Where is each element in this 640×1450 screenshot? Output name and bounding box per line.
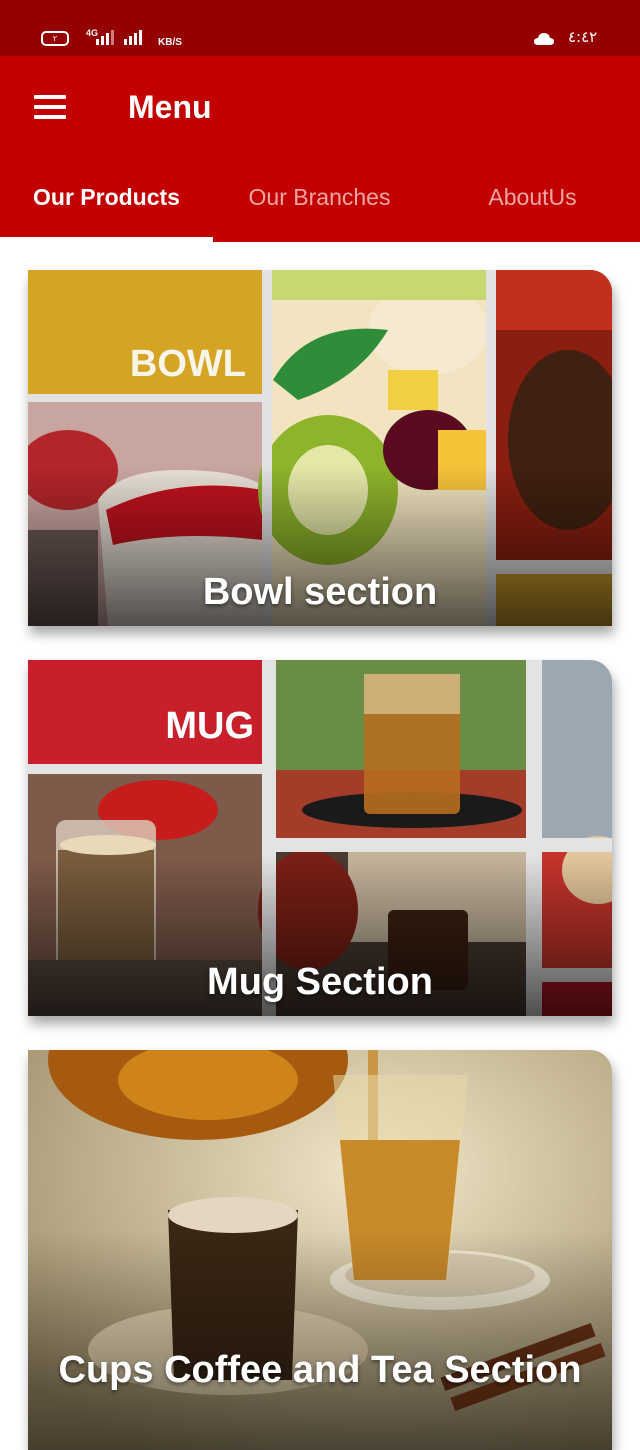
page-title: Menu (128, 89, 212, 125)
cloud-icon (533, 31, 555, 47)
bowl-section-card[interactable]: BOWL Bowl section (28, 270, 612, 626)
mug-section-card[interactable]: MUG Mug Section (28, 660, 612, 1016)
cups-section-card[interactable]: Cups Coffee and Tea Section (28, 1050, 612, 1450)
hamburger-icon[interactable] (30, 92, 70, 122)
tab-our-branches[interactable]: Our Branches (213, 182, 426, 242)
app-bar: Menu Our Products Our Branches AboutUs (0, 56, 640, 242)
clock: ٤:٤٢ (568, 28, 598, 46)
mug-section-label: Mug Section (207, 961, 433, 1003)
signal-icon: 4G (86, 27, 146, 49)
product-sections-list: BOWL Bowl section MUG Mug Section Cups C… (0, 242, 640, 1450)
status-bar: ٢ 4G KB/S ٤:٤٢ (0, 0, 640, 56)
cups-section-label: Cups Coffee and Tea Section (58, 1349, 582, 1391)
svg-text:4G: 4G (86, 28, 98, 38)
bowl-tile-text: BOWL (129, 343, 246, 385)
bowl-section-label: Bowl section (202, 571, 438, 613)
battery-icon: ٢ (41, 31, 69, 46)
network-speed: KB/S (158, 37, 182, 48)
tab-about-us[interactable]: AboutUs (426, 182, 639, 242)
tab-our-products[interactable]: Our Products (0, 182, 213, 242)
mug-tile-text: MUG (165, 705, 254, 747)
